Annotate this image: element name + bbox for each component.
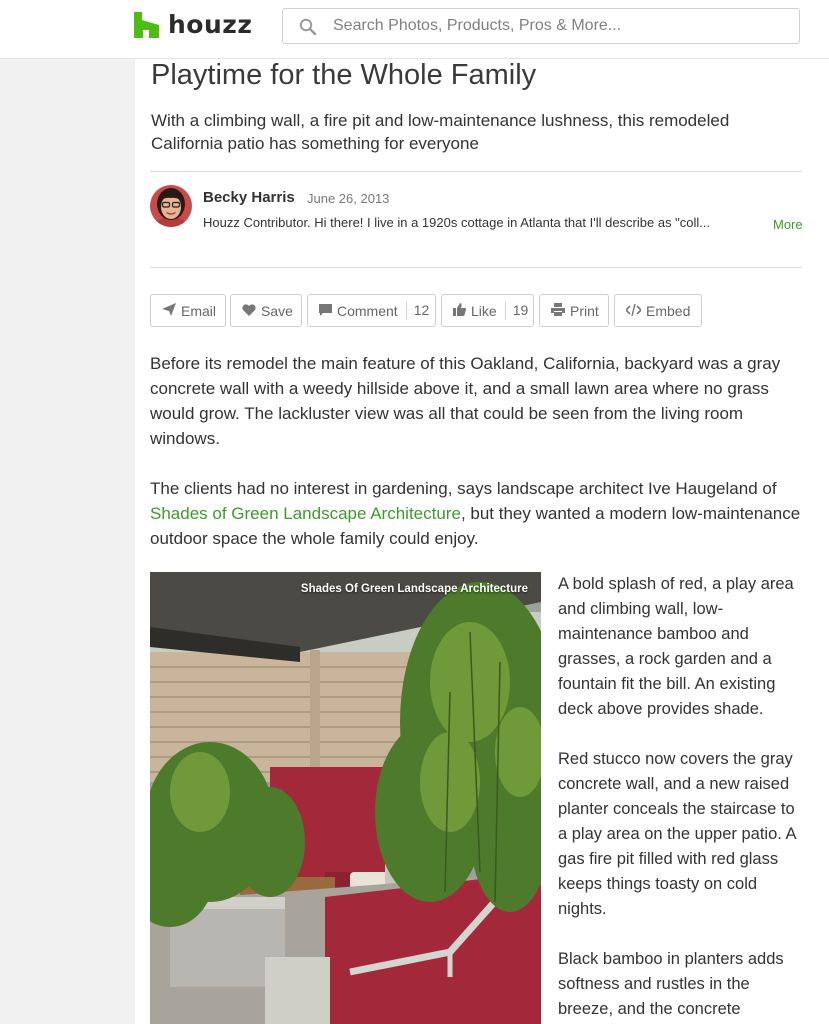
article-paragraph: Before its remodel the main feature of t… [150,354,781,448]
paragraph-text: The clients had no interest in gardening… [150,479,777,498]
top-navigation-bar: houzz [0,0,829,59]
photo-credit[interactable]: Shades Of Green Landscape Architecture [301,583,528,595]
article-card: Playtime for the Whole Family With a cli… [135,58,829,1024]
print-icon [551,303,565,318]
email-button[interactable]: Email [150,294,226,327]
author-avatar[interactable] [150,185,192,227]
like-label: Like [471,302,497,319]
heart-icon [242,303,256,318]
print-button[interactable]: Print [539,294,609,327]
article-paragraph: The clients had no interest in gardening… [150,476,815,551]
logo-wordmark: houzz [168,10,253,39]
embed-button[interactable]: Embed [614,294,702,327]
save-label: Save [261,302,293,319]
print-label: Print [570,302,599,319]
like-count: 19 [504,301,528,320]
author-name[interactable]: Becky Harris [203,189,295,206]
search-input[interactable] [333,9,788,43]
publish-date: June 26, 2013 [307,191,390,206]
author-bio-more-link[interactable]: More [773,215,803,235]
thumbs-up-icon [453,303,466,318]
search-box[interactable] [282,8,800,44]
comment-count: 12 [405,301,429,320]
like-button[interactable]: Like 19 [441,294,534,327]
patio-photo-illustration [150,572,541,1024]
shades-of-green-link[interactable]: Shades of Green Landscape Architecture [150,504,461,523]
author-bio: Houzz Contributor. Hi there! I live in a… [203,215,711,230]
search-icon[interactable] [299,18,317,36]
divider [150,267,802,268]
houzz-logo[interactable]: houzz [134,10,252,40]
houzz-logo-icon [134,12,159,38]
author-photo [150,185,192,227]
send-icon [162,303,176,318]
save-button[interactable]: Save [230,294,302,327]
comment-icon [319,303,332,318]
code-icon [624,303,643,318]
article-title: Playtime for the Whole Family [151,59,537,91]
article-photo[interactable]: Shades Of Green Landscape Architecture [150,572,541,1024]
email-label: Email [181,302,217,319]
article-paragraph: A bold splash of red, a play area and cl… [558,575,794,718]
article-paragraph: Red stucco now covers the gray concrete … [558,750,796,918]
divider [150,171,802,172]
article-subtitle: With a climbing wall, a fire pit and low… [151,111,730,153]
embed-label: Embed [646,302,691,319]
comment-button[interactable]: Comment 12 [307,294,436,327]
article-paragraph: Black bamboo in planters adds softness a… [558,950,784,1018]
comment-label: Comment [337,302,398,319]
